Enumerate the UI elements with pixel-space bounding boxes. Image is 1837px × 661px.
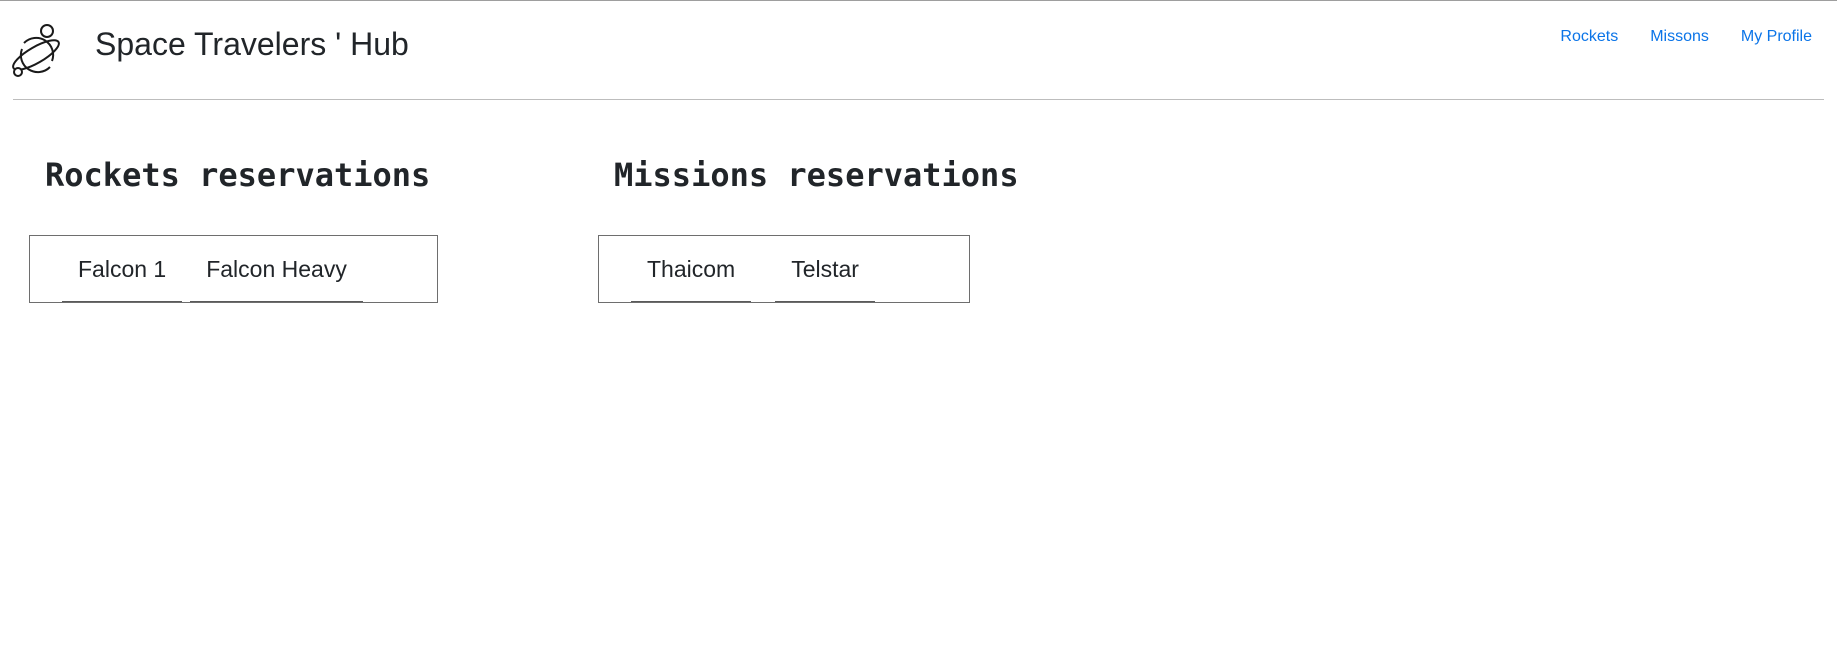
site-title: Space Travelers ' Hub <box>95 26 409 62</box>
main-nav: Rockets Missons My Profile <box>1560 27 1812 47</box>
nav-link-missions[interactable]: Missons <box>1650 27 1709 47</box>
planet-logo-icon[interactable] <box>12 23 64 77</box>
missions-reservations-section: Missions reservations Thaicom Telstar <box>598 151 1019 303</box>
header-divider <box>13 99 1824 100</box>
rockets-reservations-title: Rockets reservations <box>45 156 431 194</box>
rockets-reservations-list: Falcon 1 Falcon Heavy <box>29 235 438 303</box>
reserved-rocket-item: Falcon 1 <box>62 236 183 302</box>
reserved-rocket-item: Falcon Heavy <box>190 236 363 302</box>
nav-link-my-profile[interactable]: My Profile <box>1741 27 1812 47</box>
site-header: Space Travelers ' Hub Rockets Missons My… <box>0 1 1837 101</box>
missions-reservations-list: Thaicom Telstar <box>598 235 970 303</box>
rockets-reservations-section: Rockets reservations Falcon 1 Falcon Hea… <box>29 151 438 303</box>
reserved-mission-item: Thaicom <box>631 236 752 302</box>
nav-link-rockets[interactable]: Rockets <box>1560 27 1618 47</box>
missions-reservations-title: Missions reservations <box>614 156 1019 194</box>
reserved-mission-item: Telstar <box>775 236 875 302</box>
